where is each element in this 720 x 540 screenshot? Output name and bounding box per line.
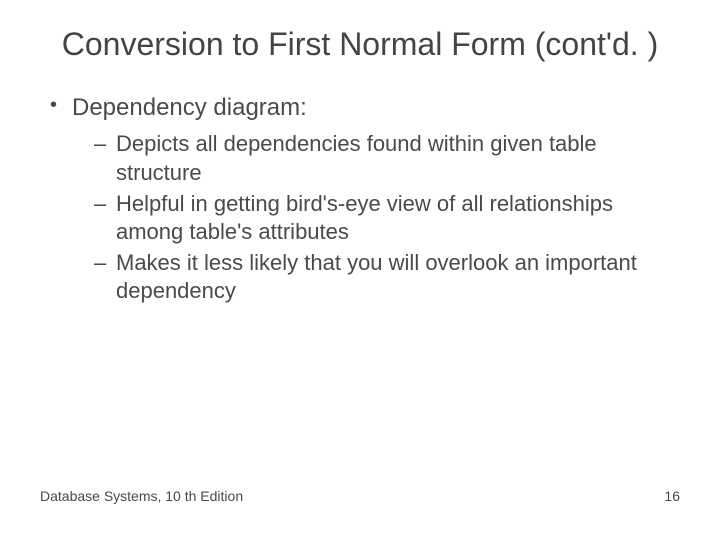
footer-left: Database Systems, 10 th Edition — [40, 488, 243, 504]
bullet-sub-2: Helpful in getting bird's-eye view of al… — [94, 190, 680, 247]
bullet-main: Dependency diagram: Depicts all dependen… — [46, 92, 680, 306]
page-number: 16 — [664, 488, 680, 504]
bullet-sub-3: Makes it less likely that you will overl… — [94, 249, 680, 306]
slide: Conversion to First Normal Form (cont'd.… — [0, 0, 720, 540]
bullet-list-level2: Depicts all dependencies found within gi… — [72, 130, 680, 306]
slide-content: Dependency diagram: Depicts all dependen… — [40, 92, 680, 306]
bullet-list-level1: Dependency diagram: Depicts all dependen… — [46, 92, 680, 306]
bullet-main-text: Dependency diagram: — [72, 94, 307, 121]
slide-title: Conversion to First Normal Form (cont'd.… — [40, 24, 680, 64]
bullet-sub-1: Depicts all dependencies found within gi… — [94, 130, 680, 187]
